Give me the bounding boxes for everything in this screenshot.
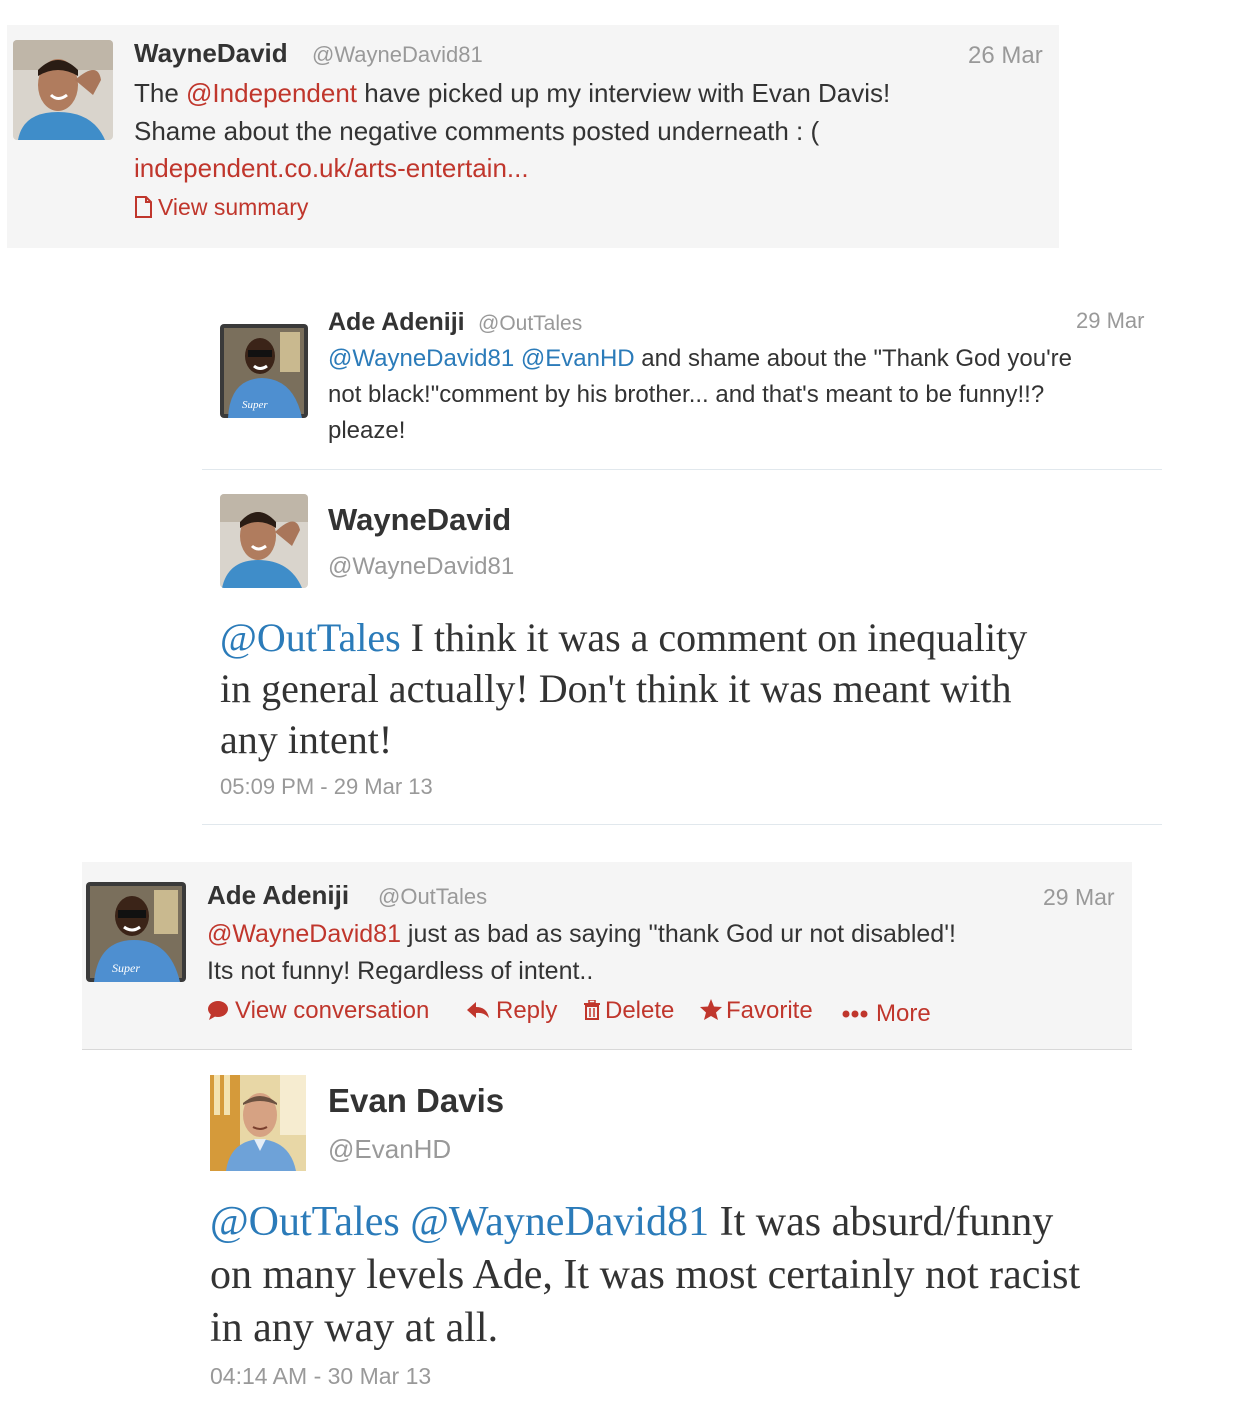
mention-link[interactable]: @OutTales xyxy=(220,615,401,660)
tweet-text: just as bad as saying ''thank God ur not… xyxy=(400,920,956,948)
tweet-text: It was absurd/funny xyxy=(709,1199,1054,1245)
tweet-text-line-2: not black!"comment by his brother... and… xyxy=(328,381,1045,408)
divider xyxy=(82,1049,1132,1050)
tweet-text-line-2: in general actually! Don't think it was … xyxy=(220,666,1012,711)
svg-text:Super: Super xyxy=(242,399,268,411)
article-link[interactable]: independent.co.uk/arts-entertain... xyxy=(134,153,529,184)
tweet-text-line-1: @OutTales @WayneDavid81 It was absurd/fu… xyxy=(210,1198,1053,1246)
tweet-text: I think it was a comment on inequality xyxy=(400,615,1028,660)
tweet-text-line-3: pleaze! xyxy=(328,417,406,444)
tweet-text-line-1: The @Independent have picked up my inter… xyxy=(134,78,890,109)
author-handle[interactable]: @EvanHD xyxy=(328,1134,451,1165)
author-name[interactable]: Evan Davis xyxy=(328,1082,504,1120)
avatar-waynedavid[interactable] xyxy=(220,494,308,588)
mention-link[interactable]: @Independent xyxy=(186,78,357,108)
author-handle[interactable]: @OutTales xyxy=(478,312,582,336)
delete-label: Delete xyxy=(605,997,675,1024)
mention-link[interactable]: @WayneDavid81 xyxy=(207,920,401,948)
mention-link[interactable]: @EvanHD xyxy=(521,345,635,372)
view-summary-label: View summary xyxy=(158,194,309,220)
reply-button[interactable]: Reply xyxy=(466,997,557,1026)
view-conversation-link[interactable]: View conversation xyxy=(207,997,429,1027)
avatar-ade-adeniji[interactable]: Super xyxy=(220,324,308,418)
author-handle[interactable]: @WayneDavid81 xyxy=(312,42,483,68)
tweet-text-line-2: Shame about the negative comments posted… xyxy=(134,116,820,146)
tweet-text: The xyxy=(134,78,187,108)
tweet-date[interactable]: 29 Mar xyxy=(1076,308,1144,334)
more-label: More xyxy=(876,1000,931,1027)
tweet-text-line-3: any intent! xyxy=(220,717,393,762)
view-summary-link[interactable]: View summary xyxy=(134,194,308,224)
tweet-text-line-2: Its not funny! Regardless of intent.. xyxy=(207,957,594,985)
mention-link[interactable]: @WayneDavid81 xyxy=(410,1199,709,1245)
avatar-waynedavid[interactable] xyxy=(13,40,113,140)
mention-link[interactable]: @WayneDavid81 xyxy=(328,345,514,372)
tweet-timestamp[interactable]: 04:14 AM - 30 Mar 13 xyxy=(210,1363,431,1390)
reply-arrow-icon xyxy=(466,998,490,1026)
delete-button[interactable]: Delete xyxy=(583,997,674,1027)
tweet-text-line-2: on many levels Ade, It was most certainl… xyxy=(210,1252,1081,1298)
document-icon xyxy=(134,196,152,224)
author-name[interactable]: WayneDavid xyxy=(134,38,288,69)
view-conversation-label: View conversation xyxy=(235,997,430,1024)
avatar-ade-adeniji[interactable]: Super xyxy=(86,882,186,982)
divider xyxy=(202,824,1162,825)
author-handle[interactable]: @WayneDavid81 xyxy=(328,553,514,581)
tweet-text-line-1: @WayneDavid81 @EvanHD and shame about th… xyxy=(328,345,1072,373)
tweet-text: and shame about the "Thank God you're xyxy=(634,345,1073,372)
tweet-text-line-3: in any way at all. xyxy=(210,1305,499,1351)
favorite-label: Favorite xyxy=(726,997,813,1024)
tweet-text: have picked up my interview with Evan Da… xyxy=(357,78,891,108)
divider xyxy=(202,469,1162,470)
favorite-button[interactable]: Favorite xyxy=(700,997,813,1027)
tweet-text-line-1: @WayneDavid81 just as bad as saying ''th… xyxy=(207,920,956,949)
ellipsis-icon xyxy=(842,997,868,1025)
author-name[interactable]: WayneDavid xyxy=(328,502,511,538)
tweet-date[interactable]: 26 Mar xyxy=(968,42,1043,70)
reply-label: Reply xyxy=(496,997,558,1024)
trash-icon xyxy=(583,999,601,1027)
more-button[interactable]: More xyxy=(842,997,931,1028)
tweet-timestamp[interactable]: 05:09 PM - 29 Mar 13 xyxy=(220,774,433,800)
author-name[interactable]: Ade Adeniji xyxy=(207,880,349,911)
star-icon xyxy=(700,999,722,1027)
author-handle[interactable]: @OutTales xyxy=(378,884,487,910)
tweet-text-line-1: @OutTales I think it was a comment on in… xyxy=(220,614,1027,661)
speech-bubble-icon xyxy=(207,999,229,1027)
author-name[interactable]: Ade Adeniji xyxy=(328,308,465,337)
mention-link[interactable]: @OutTales xyxy=(210,1199,400,1245)
svg-text:Super: Super xyxy=(112,961,140,975)
tweet-date[interactable]: 29 Mar xyxy=(1043,884,1115,911)
avatar-evan-davis[interactable] xyxy=(210,1075,306,1171)
